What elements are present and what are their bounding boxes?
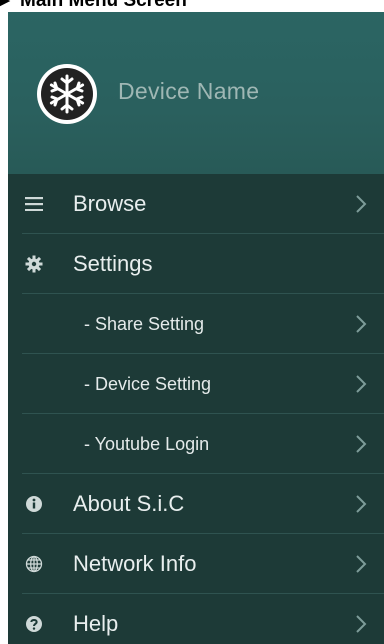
menu-item-label: - Share Setting — [84, 313, 205, 334]
chevron-right-icon — [356, 195, 367, 213]
drawer-menu: Browse Settings - Share Setting - Device… — [8, 174, 384, 644]
chevron-right-icon — [356, 615, 367, 633]
menu-item-label: Browse — [73, 191, 147, 216]
device-name: Device Name — [118, 78, 260, 104]
chevron-right-icon — [356, 435, 367, 453]
menu-item-label: Settings — [73, 251, 153, 276]
menu-item-label: Help — [73, 611, 119, 636]
menu-item-share-setting[interactable]: - Share Setting — [8, 294, 384, 354]
menu-item-browse[interactable]: Browse — [8, 174, 384, 234]
globe-icon — [24, 554, 44, 574]
menu-item-device-setting[interactable]: - Device Setting — [8, 354, 384, 414]
menu-item-about[interactable]: About S.i.C — [8, 474, 384, 534]
menu-item-label: About S.i.C — [73, 491, 185, 516]
caption-arrow-icon: ▸ — [0, 0, 10, 11]
menu-item-label: - Youtube Login — [84, 433, 210, 454]
menu-item-network-info[interactable]: Network Info — [8, 534, 384, 594]
menu-item-label: - Device Setting — [84, 373, 212, 394]
chevron-right-icon — [356, 375, 367, 393]
chevron-right-icon — [356, 315, 367, 333]
app-drawer: Device Name Browse Settings - Share Sett… — [8, 12, 384, 644]
chevron-right-icon — [356, 555, 367, 573]
gear-icon — [24, 254, 44, 274]
snowflake-icon — [41, 68, 93, 120]
device-avatar[interactable] — [37, 64, 97, 124]
screen-caption: ▸ Main Menu Screen — [0, 0, 384, 11]
caption-text: Main Menu Screen — [20, 0, 187, 11]
hamburger-icon — [24, 194, 44, 214]
chevron-right-icon — [356, 495, 367, 513]
menu-item-label: Network Info — [73, 551, 197, 576]
menu-item-settings[interactable]: Settings — [8, 234, 384, 294]
help-icon — [24, 614, 44, 634]
menu-item-youtube-login[interactable]: - Youtube Login — [8, 414, 384, 474]
menu-item-help[interactable]: Help — [8, 594, 384, 644]
info-icon — [24, 494, 44, 514]
drawer-header: Device Name — [8, 12, 384, 174]
